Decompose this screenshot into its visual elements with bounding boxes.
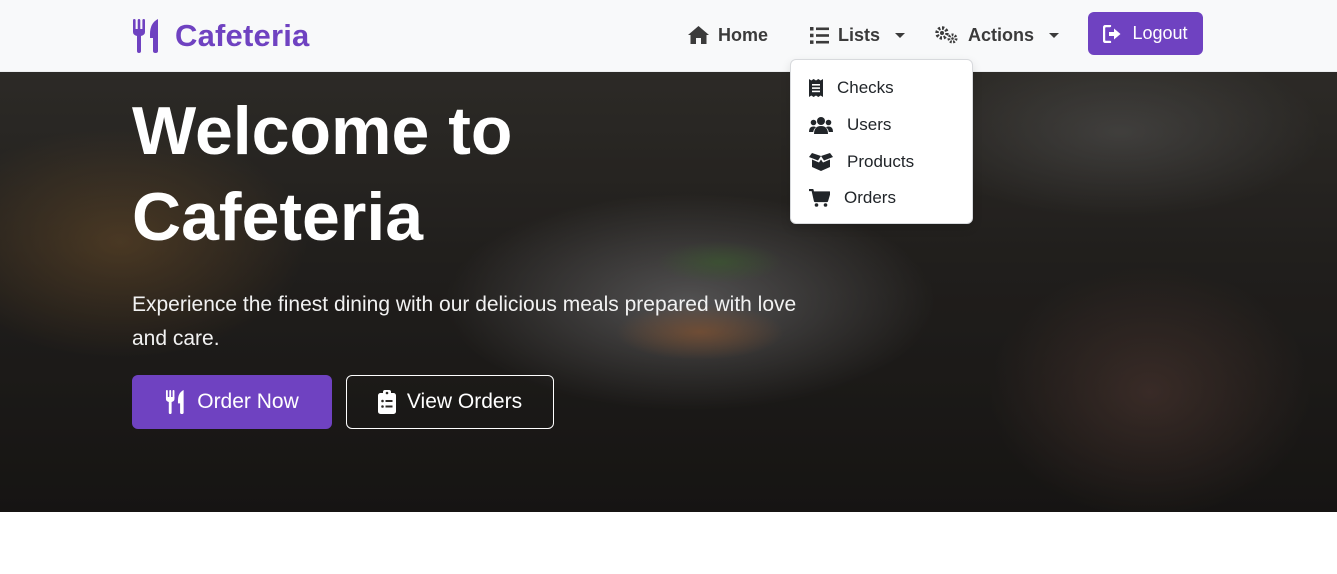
nav-home[interactable]: Home [688, 22, 768, 48]
view-orders-label: View Orders [406, 390, 523, 413]
gears-icon [935, 26, 959, 44]
menu-item-products[interactable]: Products [809, 149, 914, 175]
clipboard-list-icon [377, 390, 396, 414]
view-orders-button[interactable]: View Orders [346, 375, 554, 429]
hero-title-line-2: Cafeteria [132, 179, 424, 255]
users-icon [809, 116, 833, 134]
list-icon [810, 26, 829, 44]
nav-lists-dropdown[interactable]: Lists [810, 22, 906, 48]
brand-link[interactable]: Cafeteria [132, 16, 309, 56]
hero-content: Welcome to Cafeteria Experience the fine… [132, 88, 852, 429]
utensils-icon [132, 19, 161, 53]
box-open-icon [809, 153, 833, 171]
menu-item-checks[interactable]: Checks [809, 75, 894, 101]
nav-actions-label: Actions [968, 24, 1035, 45]
menu-item-orders[interactable]: Orders [809, 185, 896, 211]
caret-down-icon [1049, 32, 1060, 38]
hero-title: Welcome to Cafeteria [132, 88, 852, 260]
menu-item-users-label: Users [847, 115, 892, 134]
menu-item-products-label: Products [847, 152, 915, 171]
hero-title-line-1: Welcome to [132, 93, 513, 169]
utensils-icon [165, 390, 186, 414]
hero-buttons: Order Now View Orders [132, 375, 554, 429]
order-now-label: Order Now [197, 390, 299, 413]
sign-out-icon [1103, 24, 1123, 43]
shopping-cart-icon [809, 189, 830, 207]
home-icon [688, 26, 709, 44]
top-navbar: Cafeteria Home Lists Actions Logout [0, 0, 1337, 72]
logout-button[interactable]: Logout [1088, 12, 1203, 55]
lists-dropdown-menu: Checks Users Products Orders [790, 59, 973, 224]
nav-lists-label: Lists [838, 24, 881, 45]
hero-subtitle: Experience the finest dining with our de… [132, 293, 797, 350]
logout-label: Logout [1132, 23, 1188, 43]
menu-item-users[interactable]: Users [809, 112, 891, 138]
menu-item-checks-label: Checks [837, 78, 894, 97]
menu-item-orders-label: Orders [844, 188, 896, 207]
receipt-icon [809, 79, 823, 97]
caret-down-icon [895, 32, 906, 38]
nav-actions-dropdown[interactable]: Actions [935, 22, 1060, 48]
order-now-button[interactable]: Order Now [132, 375, 332, 429]
hero-section: Welcome to Cafeteria Experience the fine… [0, 72, 1337, 512]
brand-text: Cafeteria [175, 18, 310, 53]
nav-home-label: Home [718, 24, 769, 45]
